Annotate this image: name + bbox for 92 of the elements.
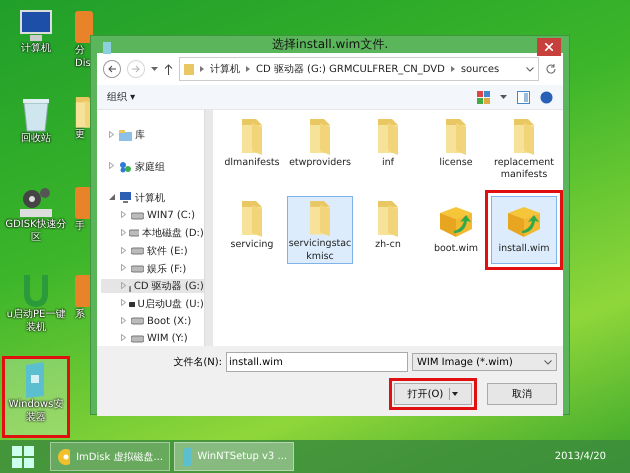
forward-button[interactable] xyxy=(127,60,145,78)
nav-item[interactable]: 计算机 xyxy=(135,191,165,206)
back-button[interactable] xyxy=(103,60,121,78)
up-arrow-icon[interactable] xyxy=(164,64,173,74)
view-options-icon[interactable] xyxy=(477,90,490,104)
close-icon xyxy=(545,43,553,51)
homegroup-icon xyxy=(119,160,132,173)
expanded-triangle-icon[interactable] xyxy=(109,194,115,200)
chevron-right-icon xyxy=(246,66,250,72)
nav-item[interactable]: WIM (Y:) xyxy=(147,333,188,344)
folder-icon xyxy=(184,63,194,75)
collapsed-triangle-icon[interactable] xyxy=(121,316,126,324)
back-arrow-icon xyxy=(107,64,117,74)
app-icon xyxy=(75,9,93,45)
filename-label: 文件名(N): xyxy=(173,356,222,369)
collapsed-triangle-icon[interactable] xyxy=(121,246,126,254)
nav-item[interactable]: WIN7 (C:) xyxy=(147,210,196,222)
preview-pane-icon[interactable] xyxy=(517,90,530,104)
file-name[interactable]: etwproviders xyxy=(288,157,352,170)
drive-icon xyxy=(131,212,144,220)
collapsed-triangle-icon[interactable] xyxy=(109,130,114,138)
chevron-right-icon xyxy=(450,66,455,72)
file-name[interactable]: dlmanifests xyxy=(220,157,284,170)
cancel-button[interactable]: 取消 xyxy=(487,383,557,405)
file-name[interactable]: servicing xyxy=(220,239,284,252)
nav-item[interactable]: Boot (X:) xyxy=(147,316,192,327)
folder-icon xyxy=(309,201,331,236)
chevron-down-icon[interactable] xyxy=(526,66,534,72)
u-logo-icon xyxy=(21,273,51,309)
folder-icon xyxy=(377,201,399,237)
folder-icon xyxy=(309,119,331,155)
window-title: 选择install.wim文件. xyxy=(272,36,388,53)
drive-icon xyxy=(131,317,144,326)
nav-item[interactable]: 本地磁盘 (D:) xyxy=(142,226,204,240)
breadcrumb-item[interactable]: CD 驱动器 (G:) GRMCULFRER_CN_DVD xyxy=(256,62,445,76)
recycle-bin-icon xyxy=(21,97,51,133)
installer-box-icon xyxy=(181,446,192,466)
drive-icon xyxy=(131,247,144,255)
collapsed-triangle-icon[interactable] xyxy=(121,228,126,236)
scrollbar[interactable] xyxy=(204,110,213,346)
collapsed-triangle-icon[interactable] xyxy=(121,334,126,342)
collapsed-triangle-icon[interactable] xyxy=(121,299,126,306)
split-caret-icon[interactable] xyxy=(449,388,458,400)
nav-item[interactable]: 库 xyxy=(135,128,145,142)
organize-menu[interactable]: 组织 ▾ xyxy=(107,90,136,104)
folder-icon xyxy=(241,119,263,155)
collapsed-triangle-icon[interactable] xyxy=(121,211,126,218)
nav-item[interactable]: 软件 (E:) xyxy=(147,244,188,258)
nav-item[interactable]: 家庭组 xyxy=(135,160,165,174)
folder-icon xyxy=(241,201,263,237)
folder-icon xyxy=(445,119,467,155)
file-type-dropdown[interactable]: WIM Image (*.wim) xyxy=(412,353,557,371)
drive-icon xyxy=(131,264,144,273)
file-name[interactable]: servicingstackmisc xyxy=(288,238,352,263)
clock-date: 2013/4/20 xyxy=(554,451,606,462)
nav-item[interactable]: CD 驱动器 (G:) xyxy=(134,279,204,294)
nav-item-selected[interactable]: CD 驱动器 (G:) xyxy=(101,278,204,294)
filename-field[interactable]: install.wim xyxy=(226,352,408,372)
folder-icon xyxy=(513,119,535,155)
dropdown-caret-icon[interactable] xyxy=(500,94,507,100)
forward-arrow-icon xyxy=(131,64,141,74)
refresh-icon[interactable] xyxy=(545,63,557,75)
gear-icon xyxy=(18,185,54,219)
folder-icon xyxy=(377,119,399,155)
close-button[interactable] xyxy=(537,38,561,56)
file-name[interactable]: zh-cn xyxy=(356,239,420,252)
collapsed-triangle-icon[interactable] xyxy=(109,162,114,170)
nav-item[interactable]: U启动U盘 (U:) xyxy=(138,296,204,311)
help-icon[interactable] xyxy=(540,90,553,104)
collapsed-triangle-icon[interactable] xyxy=(121,264,126,272)
nav-item[interactable]: 娱乐 (F:) xyxy=(147,262,186,276)
breadcrumb-item[interactable]: 计算机 xyxy=(210,62,240,76)
computer-icon xyxy=(119,192,132,204)
address-bar[interactable]: 计算机 CD 驱动器 (G:) GRMCULFRER_CN_DVD sources xyxy=(179,57,539,81)
windows-logo-icon xyxy=(12,446,34,468)
file-name[interactable]: install.wim xyxy=(492,243,556,256)
computer-icon xyxy=(18,9,54,43)
usb-drive-icon xyxy=(129,300,134,308)
window-icon xyxy=(103,42,111,54)
drive-icon xyxy=(129,229,139,238)
open-button[interactable]: 打开(O) xyxy=(394,383,472,405)
library-icon xyxy=(119,130,132,141)
selected-file-tile[interactable]: servicingstackmisc xyxy=(287,196,353,264)
chevron-down-icon[interactable] xyxy=(544,360,552,364)
file-name[interactable]: inf xyxy=(356,157,420,170)
file-name[interactable]: boot.wim xyxy=(424,243,488,256)
breadcrumb-item[interactable]: sources xyxy=(460,64,500,74)
dropdown-caret-icon[interactable] xyxy=(151,66,158,72)
file-name[interactable]: replacementmanifests xyxy=(492,157,556,182)
file-name[interactable]: license xyxy=(424,157,488,170)
chevron-right-icon xyxy=(200,66,204,72)
drive-icon xyxy=(131,334,144,343)
